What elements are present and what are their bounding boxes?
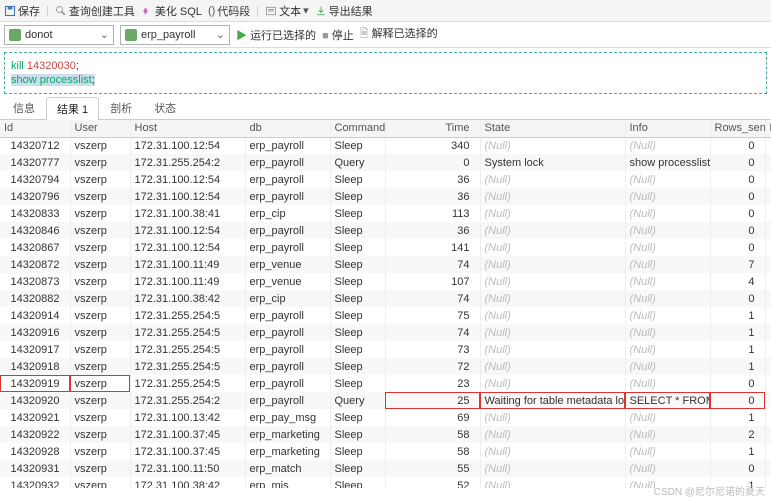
stop-button[interactable]: ■ 停止 <box>322 27 354 43</box>
table-row[interactable]: 14320833vszerp172.31.100.38:41erp_cipSle… <box>0 205 771 222</box>
chevron-down-icon: ⌄ <box>100 28 109 41</box>
sql-editor[interactable]: kill 14320030; show processlist; <box>4 52 767 94</box>
table-row[interactable]: 14320873vszerp172.31.100.11:49erp_venueS… <box>0 273 771 290</box>
table-row[interactable]: 14320922vszerp172.31.100.37:45erp_market… <box>0 426 771 443</box>
table-row[interactable]: 14320918vszerp172.31.255.254:5erp_payrol… <box>0 358 771 375</box>
text-button[interactable]: 文本 ▾ <box>265 3 309 19</box>
table-row[interactable]: 14320867vszerp172.31.100.12:54erp_payrol… <box>0 239 771 256</box>
beautify-button[interactable]: 美化 SQL <box>141 3 202 19</box>
col-state[interactable]: State <box>480 120 625 137</box>
snippet-button[interactable]: ()代码段 <box>208 3 250 19</box>
database-selector-2[interactable]: erp_payroll⌄ <box>120 25 230 45</box>
table-row[interactable]: 14320846vszerp172.31.100.12:54erp_payrol… <box>0 222 771 239</box>
table-row[interactable]: 14320882vszerp172.31.100.38:42erp_cipSle… <box>0 290 771 307</box>
table-row[interactable]: 14320914vszerp172.31.255.254:5erp_payrol… <box>0 307 771 324</box>
table-row[interactable]: 14320931vszerp172.31.100.11:50erp_matchS… <box>0 460 771 477</box>
col-host[interactable]: Host <box>130 120 245 137</box>
main-toolbar: 保存 | 查询创建工具 美化 SQL ()代码段 | 文本 ▾ 导出结果 <box>0 0 771 22</box>
table-row[interactable]: 14320777vszerp172.31.255.254:2erp_payrol… <box>0 154 771 171</box>
chevron-down-icon: ⌄ <box>216 28 225 41</box>
table-row[interactable]: 14320921vszerp172.31.100.13:42erp_pay_ms… <box>0 409 771 426</box>
watermark: CSDN @尼尔尼诺的夏天 <box>654 483 765 498</box>
col-user[interactable]: User <box>70 120 130 137</box>
result-grid[interactable]: Id User Host db Command Time State Info … <box>0 120 771 488</box>
table-row[interactable]: 14320796vszerp172.31.100.12:54erp_payrol… <box>0 188 771 205</box>
col-id[interactable]: Id <box>0 120 70 137</box>
col-db[interactable]: db <box>245 120 330 137</box>
export-button[interactable]: 导出结果 <box>315 3 373 19</box>
tab-info[interactable]: 信息 <box>2 96 46 119</box>
database-icon <box>9 29 21 41</box>
table-row[interactable]: 14320712vszerp172.31.100.12:54erp_payrol… <box>0 137 771 154</box>
table-row[interactable]: 14320917vszerp172.31.255.254:5erp_payrol… <box>0 341 771 358</box>
col-re[interactable]: R <box>765 120 771 137</box>
save-button[interactable]: 保存 <box>4 3 40 19</box>
run-bar: donot⌄ erp_payroll⌄ ▶ 运行已选择的 ■ 停止 🗎 解释已选… <box>0 22 771 48</box>
table-row[interactable]: 14320872vszerp172.31.100.11:49erp_venueS… <box>0 256 771 273</box>
tab-result[interactable]: 结果 1 <box>46 97 99 120</box>
table-row[interactable]: 14320928vszerp172.31.100.37:45erp_market… <box>0 443 771 460</box>
tab-status[interactable]: 状态 <box>143 96 187 119</box>
result-tabs: 信息 结果 1 剖析 状态 <box>0 98 771 120</box>
col-rows-sent[interactable]: Rows_sent <box>710 120 765 137</box>
database-selector-1[interactable]: donot⌄ <box>4 25 114 45</box>
col-command[interactable]: Command <box>330 120 385 137</box>
col-info[interactable]: Info <box>625 120 710 137</box>
database-icon <box>125 29 137 41</box>
table-row[interactable]: 14320920vszerp172.31.255.254:2erp_payrol… <box>0 392 771 409</box>
query-tool-button[interactable]: 查询创建工具 <box>55 3 135 19</box>
table-row[interactable]: 14320916vszerp172.31.255.254:5erp_payrol… <box>0 324 771 341</box>
tab-profile[interactable]: 剖析 <box>99 96 143 119</box>
table-row[interactable]: 14320919vszerp172.31.255.254:5erp_payrol… <box>0 375 771 392</box>
explain-button[interactable]: 🗎 解释已选择的 <box>360 25 438 44</box>
col-time[interactable]: Time <box>385 120 480 137</box>
table-row[interactable]: 14320794vszerp172.31.100.12:54erp_payrol… <box>0 171 771 188</box>
run-button[interactable]: ▶ 运行已选择的 <box>236 27 316 43</box>
